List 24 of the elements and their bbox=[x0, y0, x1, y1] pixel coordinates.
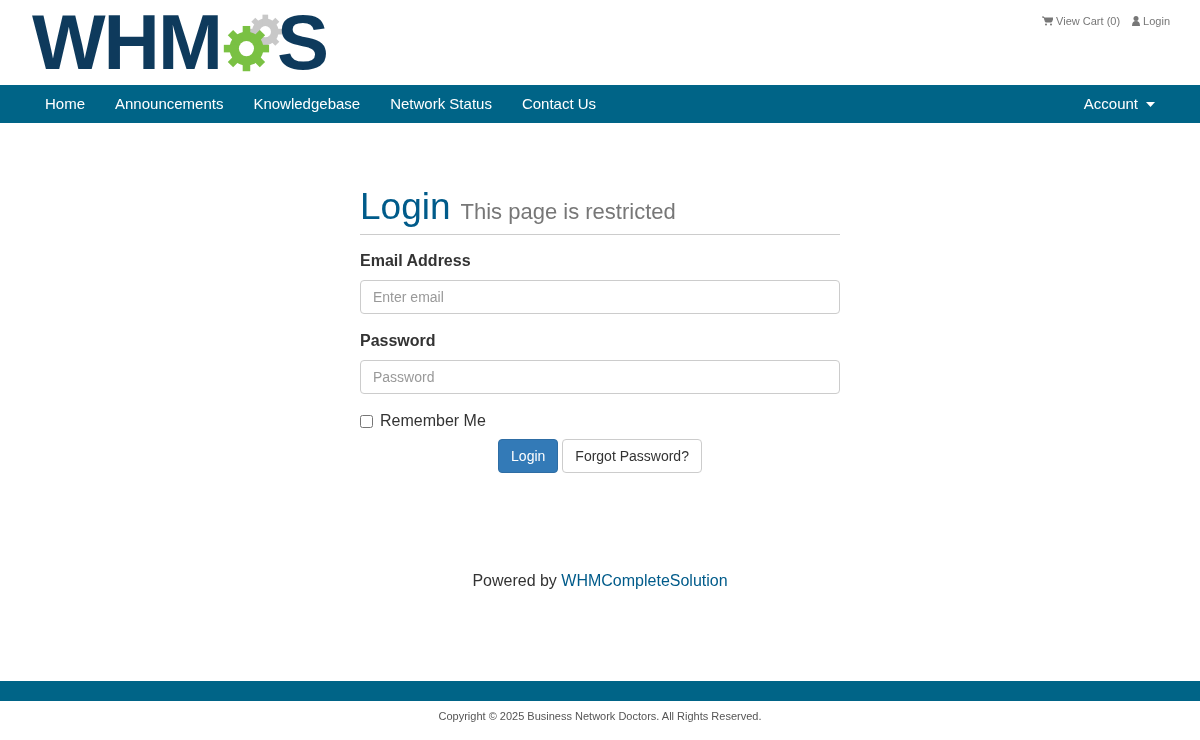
password-field[interactable]: Password bbox=[360, 360, 840, 394]
forgot-password-button[interactable]: Forgot Password? bbox=[562, 439, 702, 473]
nav-link[interactable]: Knowledgebase bbox=[238, 85, 376, 123]
nav-link[interactable]: Contact Us bbox=[506, 85, 612, 123]
field-label: Password bbox=[360, 331, 437, 351]
powered-by-link[interactable]: WHMCompleteSolution bbox=[561, 572, 728, 589]
account-menu[interactable]: Account bbox=[1068, 85, 1170, 123]
remember-checkbox[interactable] bbox=[360, 414, 373, 428]
remember-label: Remember Me bbox=[380, 411, 486, 431]
copyright-text: Copyright © 2025 Business Network Doctors. All Rights Reserved. bbox=[438, 710, 762, 722]
email-field[interactable]: Enter email bbox=[360, 280, 840, 314]
caret-icon bbox=[1146, 101, 1155, 107]
cart-icon bbox=[1042, 16, 1054, 26]
user-icon bbox=[1132, 16, 1141, 26]
nav-link[interactable]: Home bbox=[30, 85, 100, 123]
top-link[interactable]: View Cart (0) bbox=[1042, 12, 1121, 30]
top-link[interactable]: Login bbox=[1132, 12, 1170, 30]
page-title: Login bbox=[360, 187, 451, 228]
powered-by-text: Powered by bbox=[472, 572, 557, 589]
login-button[interactable]: Login bbox=[498, 439, 559, 473]
page-subtitle: This page is restricted bbox=[460, 198, 676, 226]
field-label: Email Address bbox=[360, 251, 472, 271]
nav-link[interactable]: Announcements bbox=[100, 85, 239, 123]
nav-link[interactable]: Network Status bbox=[375, 85, 507, 123]
